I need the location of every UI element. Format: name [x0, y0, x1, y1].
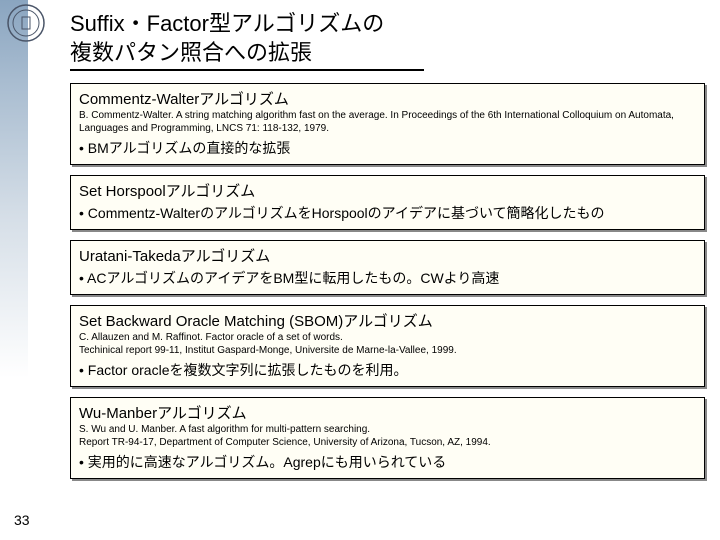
bullet-text: • Factor oracleを複数文字列に拡張したものを利用。: [79, 360, 696, 380]
bullet-text: • 実用的に高速なアルゴリズム。Agrepにも用いられている: [79, 452, 696, 472]
bullet-text: • Commentz-WalterのアルゴリズムをHorspoolのアイデアに基…: [79, 203, 696, 223]
slide: Suffix・Factor型アルゴリズムの 複数パタン照合への拡張 Commen…: [0, 0, 720, 540]
title-line-2: 複数パタン照合への拡張: [70, 40, 312, 65]
citation: C. Allauzen and M. Raffinot. Factor orac…: [79, 332, 696, 357]
page-number: 33: [14, 512, 30, 528]
content-area: Suffix・Factor型アルゴリズムの 複数パタン照合への拡張 Commen…: [70, 10, 705, 525]
bullet-text: • BMアルゴリズムの直接的な拡張: [79, 138, 696, 158]
algorithm-box: Uratani-Takedaアルゴリズム • ACアルゴリズムのアイデアをBM型…: [70, 240, 705, 295]
bullet-text: • ACアルゴリズムのアイデアをBM型に転用したもの。CWより高速: [79, 268, 696, 288]
algorithm-box: Set Backward Oracle Matching (SBOM)アルゴリズ…: [70, 305, 705, 387]
title-line-1: Suffix・Factor型アルゴリズムの: [70, 11, 384, 36]
box-title: Set Horspoolアルゴリズム: [79, 180, 696, 201]
algorithm-box: Commentz-Walterアルゴリズム B. Commentz-Walter…: [70, 83, 705, 165]
box-title: Uratani-Takedaアルゴリズム: [79, 245, 696, 266]
algorithm-box: Wu-Manberアルゴリズム S. Wu and U. Manber. A f…: [70, 397, 705, 479]
logo-seal: [6, 3, 46, 43]
box-title: Commentz-Walterアルゴリズム: [79, 88, 696, 109]
box-title: Set Backward Oracle Matching (SBOM)アルゴリズ…: [79, 310, 696, 331]
slide-title: Suffix・Factor型アルゴリズムの 複数パタン照合への拡張: [70, 10, 424, 71]
box-title: Wu-Manberアルゴリズム: [79, 402, 696, 423]
side-gradient: [0, 0, 28, 540]
algorithm-box: Set Horspoolアルゴリズム • Commentz-Walterのアルゴ…: [70, 175, 705, 230]
citation: B. Commentz-Walter. A string matching al…: [79, 110, 696, 135]
citation: S. Wu and U. Manber. A fast algorithm fo…: [79, 424, 696, 449]
